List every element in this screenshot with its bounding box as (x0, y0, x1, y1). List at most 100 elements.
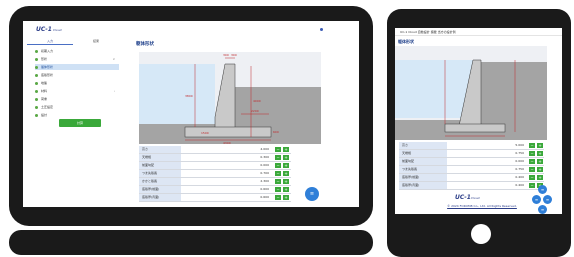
sidebar-item[interactable]: 形状 ∨ (35, 56, 119, 62)
increment-button[interactable]: + (537, 151, 543, 156)
sidebar-item-label: 躯体形状 (41, 65, 54, 69)
param-value[interactable]: 0.400 (515, 174, 524, 181)
tablet-retaining-wall-drawing (395, 46, 547, 140)
table-row: 天端幅 0.750− + (399, 150, 544, 158)
nav-bullet-icon (35, 113, 38, 117)
nav-bullet-icon (35, 65, 38, 69)
param-label: 底版厚(前面) (139, 186, 181, 193)
increment-button[interactable]: + (283, 171, 289, 176)
home-button[interactable] (471, 224, 491, 244)
sidebar-item[interactable]: 荷重 (35, 96, 119, 102)
param-label: 天端幅 (399, 150, 447, 157)
tablet-base-slab (444, 123, 506, 133)
chevron-icon: › (113, 89, 115, 93)
dim-footing: 600 (273, 130, 279, 134)
decrement-button[interactable]: − (529, 159, 535, 164)
tablet-fab-top[interactable]: ≡ (538, 185, 547, 194)
dim-base-a: 1500 (201, 131, 209, 135)
decrement-button[interactable]: − (275, 155, 281, 160)
sidebar-item[interactable]: 材料 › (35, 88, 119, 94)
menu-fab[interactable]: ≡ (305, 187, 319, 201)
decrement-button[interactable]: − (275, 187, 281, 192)
param-value[interactable]: 0.600 (260, 194, 269, 201)
tablet-fab-left[interactable]: ≡ (532, 195, 541, 204)
sidebar-item[interactable]: 躯体形状 (35, 64, 119, 70)
chevron-icon: ∨ (112, 57, 115, 61)
dim-wall-height: 3800 (185, 94, 193, 98)
param-value[interactable]: 0.000 (515, 158, 524, 165)
decrement-button[interactable]: − (529, 167, 535, 172)
calculate-button[interactable]: 計算 (59, 119, 101, 127)
increment-button[interactable]: + (283, 195, 289, 200)
table-row: 底版厚(背面)0.400−+ (399, 182, 544, 190)
increment-button[interactable]: + (537, 143, 543, 148)
sidebar-item-label: 初期入力 (41, 49, 54, 53)
sidebar-item[interactable]: 土圧設定 (35, 104, 119, 110)
sidebar-item-label: 地盤 (41, 81, 48, 85)
sidebar-tabs: 入力 結果 (27, 38, 119, 45)
dim-base-b: 2200 (251, 109, 259, 113)
table-row: つま先版長 0.750− + (399, 166, 544, 174)
param-label: 高さ (399, 142, 447, 149)
table-row: 底版厚(前面) 0.600 − + (139, 186, 291, 194)
param-value[interactable]: 0.600 (260, 186, 269, 193)
dim-total: 4300 (223, 141, 231, 144)
tablet-footer-logo: UC-1Cloud (455, 194, 480, 201)
increment-button[interactable]: + (283, 179, 289, 184)
decrement-button[interactable]: − (275, 163, 281, 168)
tab-result[interactable]: 結果 (73, 38, 119, 44)
sidebar-item[interactable]: 設計 (35, 112, 119, 118)
parameter-table: 高さ 4.000− + 天端幅 0.300− + 前面勾配 0.000− + つま先版長 0.700… (139, 146, 291, 202)
dim-top-width-2: 300 (231, 53, 237, 57)
sidebar-item-label: 底版形状 (41, 73, 54, 77)
app-logo[interactable]: UC-1Cloud (36, 26, 62, 33)
user-menu-icon[interactable] (320, 28, 323, 31)
tablet-fab-bottom[interactable]: ≡ (538, 205, 547, 214)
param-label: 天端幅 (139, 154, 181, 161)
sidebar-item-label: 土圧設定 (41, 105, 54, 109)
param-value[interactable]: 4.000 (260, 146, 269, 153)
tablet-fab-right[interactable]: ≡ (543, 195, 552, 204)
decrement-button[interactable]: − (275, 179, 281, 184)
sidebar-item-label: 材料 (41, 89, 48, 93)
copyright-link[interactable]: © 2024 FORUM8 Co., Ltd. All Rights Reser… (417, 204, 547, 208)
increment-button[interactable]: + (283, 163, 289, 168)
increment-button[interactable]: + (537, 159, 543, 164)
param-value[interactable]: 5.000 (515, 142, 524, 149)
tab-input[interactable]: 入力 (27, 38, 73, 45)
sidebar-item[interactable]: 初期入力 (35, 48, 119, 54)
param-value[interactable]: 0.750 (515, 166, 524, 173)
sidebar-item-label: 荷重 (41, 97, 48, 101)
tablet-wall-drawing-panel (395, 46, 547, 140)
decrement-button[interactable]: − (529, 151, 535, 156)
param-label: 前面勾配 (399, 158, 447, 165)
increment-button[interactable]: + (283, 187, 289, 192)
increment-button[interactable]: + (283, 155, 289, 160)
decrement-button[interactable]: − (275, 171, 281, 176)
decrement-button[interactable]: − (275, 147, 281, 152)
table-row: 高さ 5.000− + (399, 142, 544, 150)
increment-button[interactable]: + (283, 147, 289, 152)
nav-bullet-icon (35, 49, 38, 53)
increment-button[interactable]: + (537, 175, 543, 180)
param-label: 前面勾配 (139, 162, 181, 169)
decrement-button[interactable]: − (275, 195, 281, 200)
sidebar-item[interactable]: 底版形状 (35, 72, 119, 78)
increment-button[interactable]: + (537, 167, 543, 172)
param-value[interactable]: 0.000 (260, 162, 269, 169)
param-value[interactable]: 0.700 (260, 170, 269, 177)
sky-area (139, 64, 215, 124)
param-value[interactable]: 0.300 (260, 154, 269, 161)
decrement-button[interactable]: − (529, 183, 535, 188)
laptop-base (9, 230, 373, 255)
param-label: 底版厚(背面) (139, 194, 181, 201)
sidebar-item[interactable]: 地盤 (35, 80, 119, 86)
page-title: 躯体形状 (136, 42, 154, 47)
param-value[interactable]: 0.750 (515, 150, 524, 157)
param-value[interactable]: 0.400 (515, 182, 524, 189)
wall-drawing-panel: 300 300 3800 4000 1500 2200 600 4300 (139, 52, 321, 145)
tablet-parameter-table: 高さ 5.000− + 天端幅 0.750− + 前面勾配 0.000− + つま先版長 0.750… (399, 142, 544, 190)
decrement-button[interactable]: − (529, 143, 535, 148)
param-value[interactable]: 2.300 (260, 178, 269, 185)
decrement-button[interactable]: − (529, 175, 535, 180)
